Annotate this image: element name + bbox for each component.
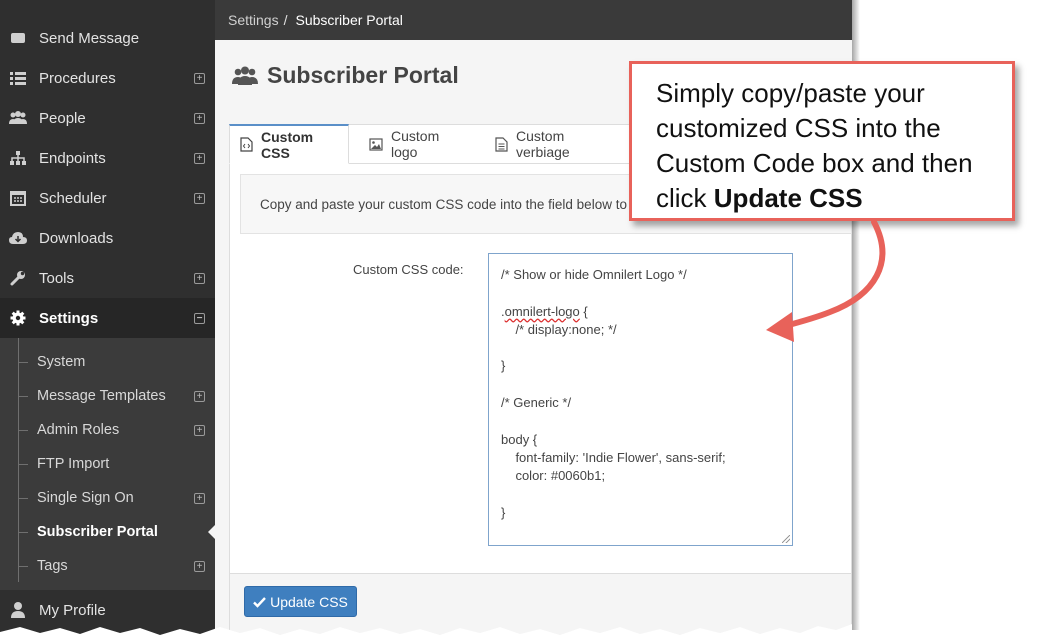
tab-custom-logo[interactable]: Custom logo: [369, 124, 439, 164]
wrench-icon: [8, 268, 28, 288]
sidebar-item-label: People: [39, 109, 86, 127]
code-line: }: [501, 504, 506, 520]
expand-icon[interactable]: +: [194, 192, 205, 204]
submenu-item-label: Subscriber Portal: [37, 524, 158, 540]
expand-icon[interactable]: +: [194, 112, 205, 124]
gear-icon: [8, 308, 28, 328]
image-icon: [369, 137, 383, 151]
submenu-item-tags[interactable]: Tags +: [0, 549, 215, 583]
tab-custom-verbiage[interactable]: Custom verbiage: [495, 124, 570, 164]
custom-css-textarea[interactable]: /* Show or hide Omnilert Logo */ .omnile…: [488, 253, 793, 546]
submenu-item-single-sign-on[interactable]: Single Sign On +: [0, 481, 215, 515]
code-line: font-family: 'Indie Flower', sans-serif;: [501, 449, 726, 465]
submenu-item-label: FTP Import: [37, 456, 110, 472]
user-icon: [8, 600, 28, 620]
sidebar-item-tools[interactable]: Tools +: [0, 258, 215, 298]
update-css-label: Update CSS: [270, 593, 348, 610]
file-text-icon: [495, 136, 508, 152]
callout-text-bold: Update CSS: [713, 183, 863, 213]
breadcrumb-parent[interactable]: Settings: [228, 12, 279, 28]
sidebar-item-label: Scheduler: [39, 189, 107, 207]
sitemap-icon: [8, 148, 28, 168]
update-css-button[interactable]: Update CSS: [244, 586, 357, 617]
sidebar-item-send-message[interactable]: Send Message: [0, 18, 215, 58]
sidebar-item-my-profile[interactable]: My Profile: [0, 590, 215, 630]
tab-label: Custom verbiage: [516, 128, 570, 160]
sidebar-item-label: Downloads: [39, 229, 114, 247]
tab-label: Custom CSS: [261, 128, 314, 161]
code-line: /* Generic */: [501, 395, 572, 411]
expand-icon[interactable]: +: [194, 272, 205, 284]
breadcrumb: Settings / Subscriber Portal: [215, 0, 852, 40]
resize-handle-icon[interactable]: [782, 535, 790, 543]
tab-label: Custom logo: [391, 128, 440, 160]
check-icon: [253, 596, 266, 608]
submenu-item-admin-roles[interactable]: Admin Roles +: [0, 413, 215, 447]
message-icon: [8, 28, 28, 48]
sidebar-item-procedures[interactable]: Procedures +: [0, 58, 215, 98]
breadcrumb-separator: /: [283, 12, 288, 28]
submenu-item-label: Tags: [37, 558, 68, 574]
expand-icon[interactable]: +: [194, 72, 205, 84]
code-line: /* Show or hide Omnilert Logo */: [501, 267, 687, 282]
users-icon: [8, 108, 28, 128]
sidebar-item-scheduler[interactable]: Scheduler +: [0, 178, 215, 218]
submenu-item-label: Single Sign On: [37, 490, 134, 506]
sidebar-item-label: Tools: [39, 269, 75, 287]
expand-icon[interactable]: +: [194, 390, 205, 402]
submenu-item-label: Message Templates: [37, 388, 166, 404]
expand-icon[interactable]: +: [194, 152, 205, 164]
code-line: body {: [501, 431, 538, 447]
code-line: color: #0060b1;: [501, 468, 606, 484]
file-code-icon: [240, 137, 253, 152]
custom-css-label: Custom CSS code:: [353, 262, 464, 277]
calendar-icon: [8, 188, 28, 208]
tab-custom-css[interactable]: Custom CSS: [229, 124, 349, 164]
code-line: }: [501, 358, 506, 374]
list-icon: [8, 68, 28, 88]
expand-icon[interactable]: +: [194, 492, 205, 504]
submenu-item-subscriber-portal[interactable]: Subscriber Portal: [0, 515, 215, 549]
submenu-item-label: Admin Roles: [37, 422, 120, 438]
sidebar-item-label: Send Message: [39, 29, 140, 47]
breadcrumb-current: Subscriber Portal: [295, 12, 403, 28]
sidebar-item-settings[interactable]: Settings −: [0, 298, 215, 338]
sidebar-item-label: My Profile: [39, 601, 106, 619]
settings-submenu: System Message Templates + Admin Roles +…: [0, 338, 215, 590]
sidebar-item-downloads[interactable]: Downloads: [0, 218, 215, 258]
instruction-callout: Simply copy/paste your customized CSS in…: [629, 61, 1015, 221]
sidebar-item-label: Settings: [39, 309, 99, 327]
sidebar-item-label: Endpoints: [39, 149, 106, 167]
page-title-text: Subscriber Portal: [267, 62, 459, 88]
expand-icon[interactable]: +: [194, 560, 205, 572]
page-title: Subscriber Portal: [231, 62, 459, 89]
expand-icon[interactable]: +: [194, 424, 205, 436]
active-caret-icon: [208, 525, 215, 539]
sidebar-item-people[interactable]: People +: [0, 98, 215, 138]
users-icon: [231, 65, 259, 87]
sidebar-item-endpoints[interactable]: Endpoints +: [0, 138, 215, 178]
collapse-icon[interactable]: −: [194, 312, 205, 324]
code-line: .omnilert-logo {: [501, 303, 588, 319]
cloud-download-icon: [8, 228, 28, 248]
submenu-item-system[interactable]: System: [0, 345, 215, 379]
sidebar: Send Message Procedures + People + Endpo…: [0, 0, 215, 635]
code-line: /* display:none; */: [501, 321, 617, 337]
sidebar-item-label: Procedures: [39, 69, 116, 87]
submenu-item-label: System: [37, 354, 86, 370]
submenu-item-message-templates[interactable]: Message Templates +: [0, 379, 215, 413]
submenu-item-ftp-import[interactable]: FTP Import: [0, 447, 215, 481]
